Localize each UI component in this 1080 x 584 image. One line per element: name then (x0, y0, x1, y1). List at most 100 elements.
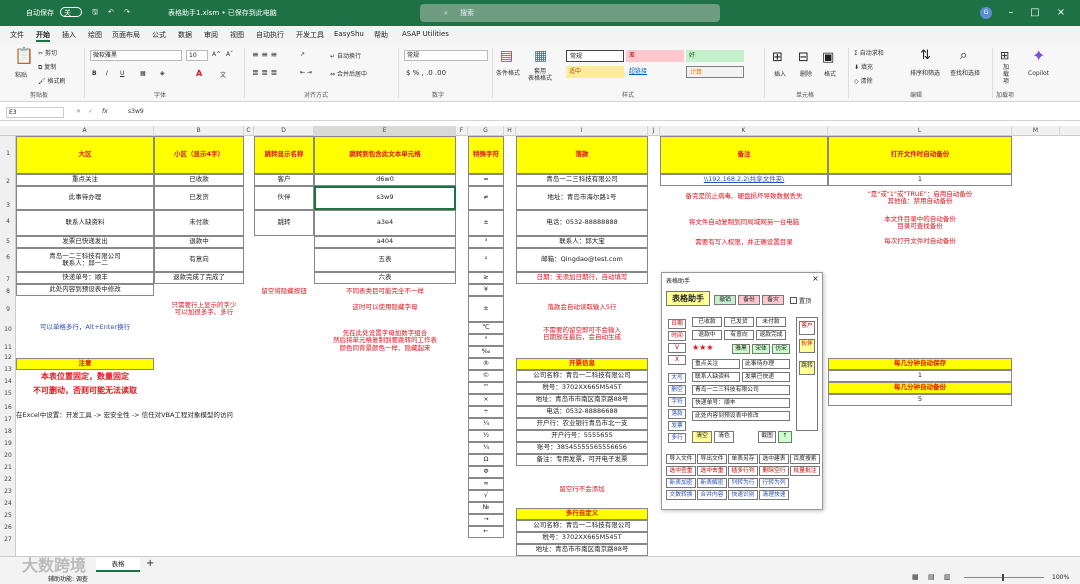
cell-d1[interactable]: 跳转显示名称 (254, 136, 314, 174)
cell-i27[interactable]: 地址：青岛市市南区南京路88号 (516, 544, 648, 556)
status-received[interactable]: 已收款 (692, 317, 722, 327)
signature-button[interactable]: 落款 (668, 409, 686, 419)
row-header[interactable]: 2 (0, 178, 16, 185)
batch-comment-button[interactable]: 批量批注 (790, 466, 820, 476)
col-header-f[interactable]: F (456, 126, 468, 136)
cell-g10[interactable]: ℃ (468, 322, 504, 334)
tab-file[interactable]: 文件 (10, 30, 24, 40)
tab-automate[interactable]: 自动执行 (256, 30, 284, 40)
cell-e6[interactable]: 五表 (314, 248, 456, 272)
col-header-g[interactable]: G (468, 126, 504, 136)
status-unpaid[interactable]: 未付款 (756, 317, 786, 327)
tab-insert[interactable]: 插入 (62, 30, 76, 40)
cell-g8[interactable]: ¥ (468, 284, 504, 296)
cell-i24[interactable]: 多行自定义 (516, 508, 648, 520)
insert-cells-icon[interactable]: ⊞ (772, 51, 783, 64)
cell-b5[interactable]: 退款中 (154, 236, 244, 248)
style-calculation[interactable]: 计算 (686, 66, 744, 78)
row-header[interactable]: 25 (0, 512, 16, 519)
tab-draw[interactable]: 绘图 (88, 30, 102, 40)
cell-i1[interactable]: 落款 (516, 136, 648, 174)
paste-label[interactable]: 粘贴 (15, 70, 27, 79)
cell-g20[interactable]: ¾ (468, 442, 504, 454)
cell-i20[interactable]: 账号：38545555565556656 (516, 442, 648, 454)
table-format-icon[interactable]: ▦ (534, 49, 547, 63)
baidu-search-button[interactable]: 百度搜索 (790, 454, 820, 464)
jump-customer-button[interactable]: 客户 (799, 321, 815, 335)
copy-button[interactable]: ⧉ 复制 (38, 62, 56, 72)
note-k5[interactable]: 需要有写入权限，并正确设置目录 (660, 236, 828, 250)
font-yahei-button[interactable]: 雅黑 (732, 344, 750, 354)
cell-l2[interactable]: 1 (828, 174, 1012, 186)
row-header[interactable]: 17 (0, 416, 16, 423)
avatar[interactable]: G (980, 7, 992, 19)
cell-e1[interactable]: 跳转到包含此文本单元格 (314, 136, 456, 174)
cell-d2[interactable]: 客户 (254, 174, 314, 186)
row-header[interactable]: 5 (0, 238, 16, 245)
note-e9[interactable]: 这时可以使用隐藏字母 (314, 302, 456, 314)
font-shrink-icon[interactable]: Aˇ (226, 51, 233, 58)
row-header[interactable]: 7 (0, 276, 16, 283)
maximize-button[interactable]: □ (1026, 6, 1044, 20)
clear-color-button[interactable]: 清色 (714, 431, 734, 443)
formula-input[interactable]: s3w9 (128, 108, 144, 115)
tab-home[interactable]: 开始 (36, 30, 50, 42)
note-e8[interactable]: 不同表类目可能完全不一样 (314, 286, 456, 298)
font-fangsong-button[interactable]: 仿宋 (772, 344, 790, 354)
cell-g7[interactable]: ≥ (468, 272, 504, 284)
save-sheet-button[interactable]: 单表另存 (728, 454, 758, 464)
bold-button[interactable]: B (92, 70, 97, 77)
indent-icon[interactable]: ⇤ ⇥ (300, 69, 312, 76)
wrap-text-button[interactable]: ↵ 自动换行 (330, 51, 361, 60)
time-button[interactable]: 时间 (668, 331, 686, 341)
addins-button[interactable]: 加 载 项 (1003, 64, 1009, 85)
table-format-label[interactable]: 套用 表格格式 (528, 68, 552, 82)
cell-a3[interactable]: 此事待办理 (16, 186, 154, 210)
cell-g12[interactable]: ‰ (468, 346, 504, 358)
star-rating[interactable]: ★★★ (692, 343, 714, 352)
font-color-icon[interactable]: A (196, 69, 202, 78)
row-header[interactable]: 21 (0, 464, 16, 471)
copilot-label[interactable]: Copilot (1028, 70, 1049, 77)
cell-i15[interactable]: 税号：3702XX665M545T (516, 382, 648, 394)
cell-a5[interactable]: 发票已快递发出 (16, 236, 154, 248)
cell-b7[interactable]: 退款完成了完成了 (154, 272, 244, 284)
jump-button[interactable]: 跳转 (799, 361, 815, 375)
chars-button[interactable]: 字符 (668, 397, 686, 407)
fill-button[interactable]: ⬇ 填充 (854, 62, 873, 71)
cell-g21[interactable]: Ω (468, 454, 504, 466)
cell-l1[interactable]: 打开文件时自动备份 (828, 136, 1012, 174)
find-select-icon[interactable]: ⌕ (960, 49, 967, 62)
cell-l16[interactable]: 5 (828, 394, 1012, 406)
col-header-j[interactable]: J (648, 126, 660, 136)
merge-center-button[interactable]: ⇔ 合并后居中 (330, 69, 367, 78)
tab-developer[interactable]: 开发工具 (296, 30, 324, 40)
row-header[interactable]: 14 (0, 378, 16, 385)
orientation-icon[interactable]: ↗ (300, 51, 305, 58)
row-header[interactable]: 1 (0, 150, 16, 157)
cell-g26[interactable]: → (468, 514, 504, 526)
tab-data[interactable]: 数据 (178, 30, 192, 40)
fill-color-icon[interactable]: ◈ (160, 70, 165, 77)
row-header[interactable]: 3 (0, 202, 16, 209)
note-i10[interactable]: 不需要的留空即可不会输入 日期放在最后，会自动生成 (516, 322, 648, 346)
date-button[interactable]: 日期 (668, 319, 686, 329)
redo-icon[interactable]: ↷ (124, 8, 130, 16)
addins-icon[interactable]: ⊞ (1000, 50, 1009, 62)
zoom-level[interactable]: 100% (1052, 574, 1069, 581)
tab-view[interactable]: 视图 (230, 30, 244, 40)
cell-k2-link[interactable]: \\192.168.2.2\共享文件夹\ (660, 174, 828, 186)
note-i22[interactable]: 留空行不会添加 (516, 484, 648, 496)
preset-text-5[interactable]: 青岛一二三科技有限公司 (692, 385, 790, 395)
conditional-format-label[interactable]: 条件格式 (496, 68, 520, 77)
check-button[interactable]: V (668, 343, 686, 353)
cell-g14[interactable]: © (468, 370, 504, 382)
cell-i4[interactable]: 电话：0532-88888888 (516, 210, 648, 236)
row-header[interactable]: 4 (0, 218, 16, 225)
view-layout-icon[interactable]: ▤ (928, 573, 935, 581)
import-file-button[interactable]: 导入文件 (666, 454, 696, 464)
cell-g11[interactable]: ° (468, 334, 504, 346)
font-size-select[interactable]: 10 (186, 50, 208, 61)
cell-k1[interactable]: 备注 (660, 136, 828, 174)
name-box[interactable]: E3 (6, 107, 64, 118)
